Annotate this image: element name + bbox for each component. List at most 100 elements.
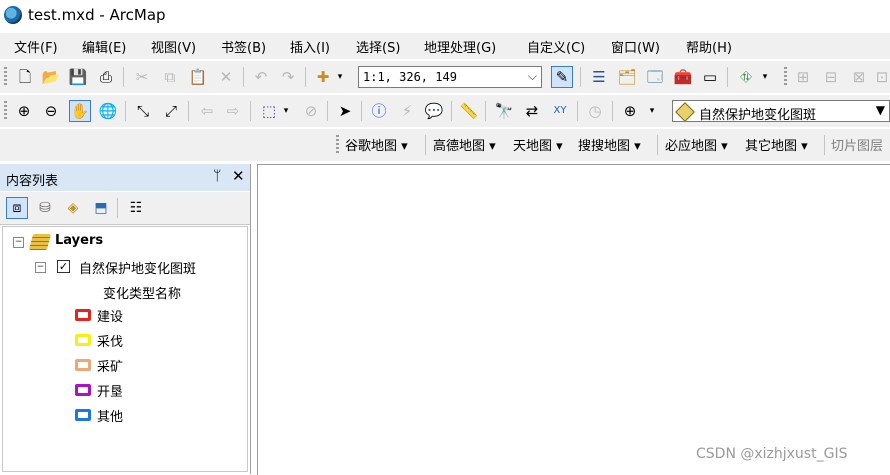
undo-icon[interactable]: ↶: [250, 66, 272, 88]
python-window-icon[interactable]: ▭: [699, 66, 721, 88]
toolbar-grip[interactable]: [784, 67, 787, 87]
toolbar-options-icon[interactable]: ▾: [646, 100, 658, 122]
create-viewer-window-icon[interactable]: ⊕: [619, 100, 641, 122]
chevron-down-icon[interactable]: ▼: [876, 103, 885, 117]
menu-customize[interactable]: 自定义(C): [527, 37, 585, 56]
list-by-drawing-order-icon[interactable]: ⧈: [6, 197, 28, 219]
fixed-zoom-in-icon[interactable]: ⤡: [132, 100, 154, 122]
menu-insert[interactable]: 插入(I): [290, 37, 330, 56]
find-binoculars-icon[interactable]: 🔭: [493, 100, 515, 122]
find-route-icon[interactable]: ⇄: [521, 100, 543, 122]
fixed-zoom-out-icon[interactable]: ⤢: [160, 100, 182, 122]
other-map-button[interactable]: 其它地图 ▾: [745, 135, 808, 154]
save-icon[interactable]: 💾: [67, 66, 89, 88]
collapse-icon[interactable]: −: [35, 262, 46, 273]
data-frame-label[interactable]: Layers: [55, 233, 103, 248]
table-of-contents-icon[interactable]: ☰: [588, 66, 610, 88]
hyperlink-icon[interactable]: ⚡: [396, 100, 418, 122]
toolbar-grip[interactable]: [4, 101, 7, 121]
zoom-out-icon[interactable]: ⊖: [40, 100, 62, 122]
tile-layer-button[interactable]: 切片图层: [831, 135, 883, 154]
editor-toolbar-icon[interactable]: ✎: [551, 66, 573, 88]
list-by-source-icon[interactable]: ⛁: [34, 197, 56, 219]
pan-hand-icon[interactable]: ✋: [69, 100, 91, 122]
toolbar-options-icon[interactable]: ▾: [759, 66, 771, 88]
go-to-xy-icon[interactable]: XY: [549, 100, 571, 122]
legend-swatch-logging[interactable]: [75, 334, 91, 346]
select-dropdown-icon[interactable]: ▾: [280, 100, 292, 122]
select-features-icon[interactable]: ⬚: [258, 100, 280, 122]
menu-help[interactable]: 帮助(H): [686, 37, 732, 56]
map-scale-combo[interactable]: 1:1, 326, 149 ⌵: [358, 66, 542, 88]
time-slider-icon[interactable]: ◷: [584, 100, 606, 122]
arctoolbox-icon[interactable]: 🧰: [672, 66, 694, 88]
list-by-visibility-icon[interactable]: ◈: [62, 197, 84, 219]
toolbar-grip[interactable]: [336, 135, 339, 155]
map-display[interactable]: [257, 164, 890, 475]
legend-swatch-mining[interactable]: [75, 359, 91, 371]
zoom-in-icon[interactable]: ⊕: [13, 100, 35, 122]
amap-button[interactable]: 高德地图 ▾: [433, 135, 496, 154]
delete-icon[interactable]: ✕: [215, 66, 237, 88]
layer-name[interactable]: 自然保护地变化图斑: [79, 258, 196, 277]
clear-selection-icon[interactable]: ⊘: [300, 100, 322, 122]
disabled-tool-icon[interactable]: ⊟: [820, 66, 842, 88]
amap-label: 高德地图: [433, 139, 486, 154]
toolbar-grip[interactable]: [4, 67, 7, 87]
target-layer-combo[interactable]: 自然保护地变化图斑 ▼: [672, 100, 890, 123]
legend-swatch-construction[interactable]: [75, 309, 91, 321]
full-extent-globe-icon[interactable]: 🌐: [97, 100, 119, 122]
disabled-tool-icon[interactable]: ⊡: [874, 66, 890, 88]
soso-map-button[interactable]: 搜搜地图 ▾: [578, 135, 641, 154]
pin-icon[interactable]: ᛘ: [213, 168, 221, 184]
toolbar-separator: [612, 101, 613, 121]
menu-bookmarks[interactable]: 书签(B): [221, 37, 266, 56]
toolbar-separator: [250, 101, 251, 121]
paste-icon[interactable]: 📋: [187, 66, 209, 88]
disabled-tool-icon[interactable]: ⊠: [848, 66, 870, 88]
add-data-icon[interactable]: ✚: [312, 66, 334, 88]
new-document-icon[interactable]: 🗋: [14, 66, 36, 88]
menu-file[interactable]: 文件(F): [14, 37, 58, 56]
google-map-button[interactable]: 谷歌地图 ▾: [345, 135, 408, 154]
list-by-selection-icon[interactable]: ⬒: [90, 197, 112, 219]
menu-selection[interactable]: 选择(S): [356, 37, 400, 56]
modelbuilder-icon[interactable]: ⛗: [735, 66, 757, 88]
print-icon[interactable]: ⎙: [95, 66, 117, 88]
legend-swatch-reclamation[interactable]: [75, 384, 91, 396]
back-arrow-icon[interactable]: ⇦: [196, 100, 218, 122]
search-window-icon[interactable]: 🗔: [644, 66, 666, 88]
close-icon[interactable]: ✕: [232, 167, 245, 185]
forward-arrow-icon[interactable]: ⇨: [222, 100, 244, 122]
legend-label: 采伐: [97, 335, 124, 350]
menu-view[interactable]: 视图(V): [151, 37, 196, 56]
select-elements-arrow-icon[interactable]: ➤: [334, 100, 356, 122]
menu-edit[interactable]: 编辑(E): [82, 37, 126, 56]
toc-toolbar: ⧈ ⛁ ◈ ⬒ ☷: [0, 192, 250, 225]
table-of-contents-panel: 内容列表 ᛘ ✕ ⧈ ⛁ ◈ ⬒ ☷ − Layers − ✓ 自然保护地变化图…: [0, 164, 251, 474]
legend-swatch-other[interactable]: [75, 409, 91, 421]
tianditu-button[interactable]: 天地图 ▾: [513, 135, 563, 154]
catalog-icon[interactable]: 🗂: [616, 66, 638, 88]
layer-visibility-checkbox[interactable]: ✓: [57, 260, 70, 273]
target-layer-value: 自然保护地变化图斑: [699, 108, 817, 123]
menu-windows[interactable]: 窗口(W): [611, 37, 660, 56]
options-icon[interactable]: ☷: [125, 197, 147, 219]
chevron-down-icon[interactable]: ⌵: [528, 69, 537, 84]
measure-icon[interactable]: 📏: [458, 100, 480, 122]
toolbar-separator: [125, 101, 126, 121]
disabled-tool-icon[interactable]: ⊞: [792, 66, 814, 88]
html-popup-icon[interactable]: 💬: [423, 100, 445, 122]
google-map-label: 谷歌地图: [345, 139, 398, 154]
open-folder-icon[interactable]: 📂: [40, 66, 62, 88]
redo-icon[interactable]: ↷: [277, 66, 299, 88]
bing-map-button[interactable]: 必应地图 ▾: [665, 135, 728, 154]
identify-icon[interactable]: ⓘ: [368, 100, 390, 122]
legend-label: 采矿: [97, 360, 124, 375]
cut-icon[interactable]: ✂: [131, 66, 153, 88]
menu-geoprocessing[interactable]: 地理处理(G): [424, 37, 496, 56]
copy-icon[interactable]: ⧉: [159, 66, 181, 88]
toolbar-separator: [824, 135, 825, 155]
add-data-dropdown-icon[interactable]: ▾: [334, 66, 346, 88]
collapse-icon[interactable]: −: [13, 237, 24, 248]
